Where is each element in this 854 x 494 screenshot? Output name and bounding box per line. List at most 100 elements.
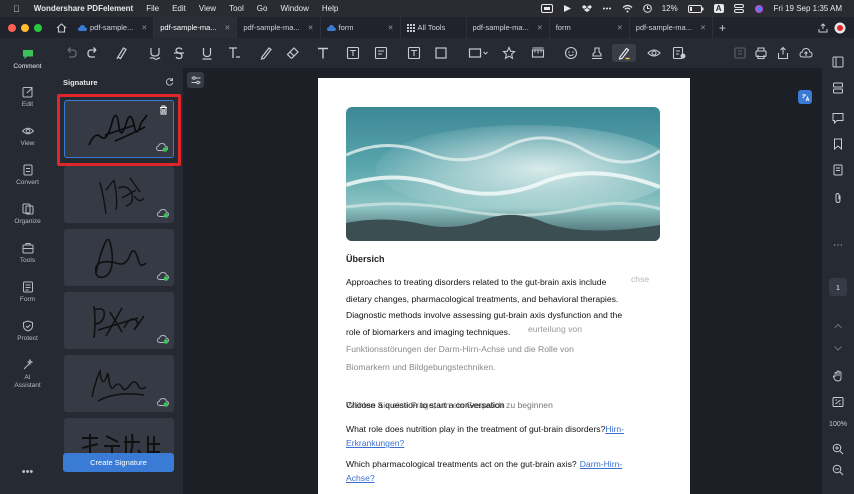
menu-window[interactable]: Window [280,4,308,13]
properties-icon[interactable] [832,56,844,68]
comment-list-icon[interactable] [670,44,688,62]
close-tab-icon[interactable]: ✕ [225,24,231,32]
input-source[interactable]: A [713,4,724,13]
pencil-icon[interactable] [257,44,275,62]
signature-card-1[interactable] [64,100,174,158]
tab-pdf-sample-5[interactable]: pdf-sample-ma... ✕ [630,17,713,38]
hand-tool-icon[interactable] [832,370,844,382]
ocr-icon[interactable] [731,44,749,62]
sticker-icon[interactable] [562,44,580,62]
pdf-page[interactable]: Übersich Approaches to treating disorder… [318,78,690,494]
home-icon[interactable] [50,22,72,33]
play-icon[interactable] [563,4,572,13]
close-tab-icon[interactable]: ✕ [617,24,623,32]
refresh-icon[interactable] [165,77,174,86]
underline-squiggle-icon[interactable] [146,44,164,62]
layout-icon[interactable] [832,82,844,94]
close-tab-icon[interactable]: ✕ [537,24,543,32]
chevron-down-icon[interactable] [832,342,844,354]
minimize-window-button[interactable] [21,23,29,32]
redo-icon[interactable] [84,44,102,62]
underline-icon[interactable] [198,44,216,62]
share-icon[interactable] [774,44,792,62]
menu-datetime[interactable]: Fri 19 Sep 1:35 AM [774,4,842,13]
zoom-level[interactable]: 100% [822,421,854,428]
comments-icon[interactable] [832,112,844,124]
signature-card-5[interactable] [64,355,174,412]
signature-tool-button[interactable] [612,44,636,62]
nav-protect[interactable]: Protect [0,320,55,342]
user-avatar-icon[interactable] [834,22,846,34]
area-highlight-icon[interactable] [432,44,450,62]
sticky-note-icon[interactable] [405,44,423,62]
close-tab-icon[interactable]: ✕ [700,24,706,32]
close-tab-icon[interactable]: ✕ [388,24,394,32]
new-tab-icon[interactable]: + [719,21,726,35]
menu-tool[interactable]: Tool [229,4,244,13]
translate-badge-icon[interactable] [798,90,812,104]
nav-view[interactable]: View [0,125,55,147]
zoom-out-icon[interactable] [832,464,844,476]
callout-icon[interactable] [372,44,390,62]
nav-edit[interactable]: Edit [0,86,55,108]
close-tab-icon[interactable]: ✕ [308,24,314,32]
nav-form[interactable]: Form [0,281,55,303]
eye-icon[interactable] [645,44,663,62]
close-window-button[interactable] [8,23,16,32]
more-options-icon[interactable]: ••• [0,466,55,478]
highlighter-icon[interactable] [112,44,130,62]
stamp-icon[interactable] [588,44,606,62]
bookmark-icon[interactable] [832,138,844,150]
export-icon[interactable] [818,22,828,33]
signature-card-2[interactable] [64,166,174,223]
strikethrough-icon[interactable] [170,44,188,62]
panel-settings-button[interactable] [187,72,204,88]
menu-view[interactable]: View [199,4,216,13]
measure-icon[interactable] [529,44,547,62]
question-1[interactable]: What role does nutrition play in the tre… [346,421,666,438]
undo-icon[interactable] [62,44,80,62]
tab-pdf-sample-2[interactable]: pdf-sample-ma... ✕ [154,17,238,38]
menu-file[interactable]: File [146,4,159,13]
zoom-in-icon[interactable] [832,443,844,455]
chevron-up-icon[interactable] [832,320,844,332]
nav-organize[interactable]: Organize [0,203,55,225]
nav-tools[interactable]: Tools [0,242,55,264]
apple-icon[interactable]:  [13,4,20,14]
stamp-star-icon[interactable] [500,44,518,62]
print-icon[interactable] [752,44,770,62]
tab-pdf-sample-4[interactable]: pdf-sample-ma... ✕ [467,17,550,38]
page-number-indicator[interactable]: 1 [829,278,847,296]
attachment-icon[interactable] [832,192,844,204]
control-center-icon[interactable] [733,4,744,13]
battery-icon[interactable] [687,4,704,13]
tab-pdf-sample-1[interactable]: pdf-sample... ✕ [72,17,155,38]
question-2-line-2[interactable]: Achse? [346,473,375,483]
eraser-icon[interactable] [284,44,302,62]
text-replace-icon[interactable] [225,44,243,62]
signature-card-4[interactable] [64,292,174,349]
zoom-window-button[interactable] [34,23,42,32]
clock-icon[interactable] [642,4,652,13]
text-box-icon[interactable] [344,44,362,62]
menu-app-name[interactable]: Wondershare PDFelement [34,4,133,13]
question-2[interactable]: Which pharmacological treatments act on … [346,456,676,473]
dots-icon[interactable] [602,4,612,13]
nav-ai-assistant[interactable]: AI Assistant [0,359,55,390]
tab-all-tools[interactable]: All Tools [401,17,467,38]
trash-icon[interactable] [159,105,168,115]
dropbox-icon[interactable] [581,4,592,13]
pages-icon[interactable] [832,164,844,176]
fit-page-icon[interactable] [832,396,844,408]
siri-icon[interactable] [754,4,764,14]
tab-form-1[interactable]: form ✕ [321,17,401,38]
menu-edit[interactable]: Edit [172,4,186,13]
question-1-line-2[interactable]: Erkrankungen? [346,438,404,448]
tab-form-2[interactable]: form ✕ [550,17,630,38]
menu-help[interactable]: Help [322,4,338,13]
more-icon[interactable]: ⋯ [822,240,854,251]
close-tab-icon[interactable]: ✕ [141,24,147,32]
tab-pdf-sample-3[interactable]: pdf-sample-ma... ✕ [237,17,321,38]
text-tool-icon[interactable] [314,44,332,62]
shape-dropdown[interactable] [466,44,492,62]
